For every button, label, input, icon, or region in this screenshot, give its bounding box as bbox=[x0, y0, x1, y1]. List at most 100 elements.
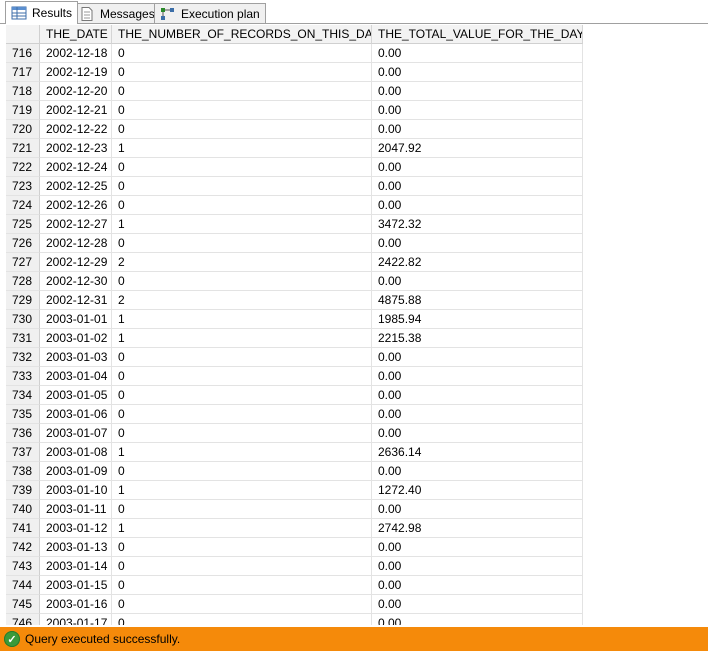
row-number[interactable]: 729 bbox=[6, 291, 40, 310]
table-row[interactable]: 733 2003-01-04 0 0.00 bbox=[6, 367, 583, 386]
row-number[interactable]: 746 bbox=[6, 614, 40, 625]
table-row[interactable]: 719 2002-12-21 0 0.00 bbox=[6, 101, 583, 120]
table-row[interactable]: 738 2003-01-09 0 0.00 bbox=[6, 462, 583, 481]
cell-number-of-records[interactable]: 0 bbox=[112, 348, 372, 367]
row-number[interactable]: 740 bbox=[6, 500, 40, 519]
row-number[interactable]: 730 bbox=[6, 310, 40, 329]
cell-total-value[interactable]: 0.00 bbox=[372, 367, 583, 386]
cell-the-date[interactable]: 2002-12-25 bbox=[40, 177, 112, 196]
cell-total-value[interactable]: 2422.82 bbox=[372, 253, 583, 272]
column-header-total-value[interactable]: THE_TOTAL_VALUE_FOR_THE_DAY bbox=[372, 25, 583, 44]
cell-the-date[interactable]: 2002-12-28 bbox=[40, 234, 112, 253]
table-row[interactable]: 723 2002-12-25 0 0.00 bbox=[6, 177, 583, 196]
table-row[interactable]: 739 2003-01-10 1 1272.40 bbox=[6, 481, 583, 500]
table-row[interactable]: 729 2002-12-31 2 4875.88 bbox=[6, 291, 583, 310]
cell-number-of-records[interactable]: 0 bbox=[112, 367, 372, 386]
cell-total-value[interactable]: 0.00 bbox=[372, 177, 583, 196]
cell-the-date[interactable]: 2003-01-10 bbox=[40, 481, 112, 500]
cell-the-date[interactable]: 2003-01-08 bbox=[40, 443, 112, 462]
table-row[interactable]: 722 2002-12-24 0 0.00 bbox=[6, 158, 583, 177]
cell-total-value[interactable]: 0.00 bbox=[372, 538, 583, 557]
cell-the-date[interactable]: 2002-12-20 bbox=[40, 82, 112, 101]
cell-the-date[interactable]: 2002-12-27 bbox=[40, 215, 112, 234]
row-number[interactable]: 745 bbox=[6, 595, 40, 614]
cell-total-value[interactable]: 2636.14 bbox=[372, 443, 583, 462]
cell-total-value[interactable]: 0.00 bbox=[372, 424, 583, 443]
cell-total-value[interactable]: 0.00 bbox=[372, 158, 583, 177]
table-row[interactable]: 731 2003-01-02 1 2215.38 bbox=[6, 329, 583, 348]
row-number[interactable]: 734 bbox=[6, 386, 40, 405]
row-number[interactable]: 719 bbox=[6, 101, 40, 120]
table-row[interactable]: 716 2002-12-18 0 0.00 bbox=[6, 44, 583, 63]
table-row[interactable]: 727 2002-12-29 2 2422.82 bbox=[6, 253, 583, 272]
column-header-number-of-records[interactable]: THE_NUMBER_OF_RECORDS_ON_THIS_DAY bbox=[112, 25, 372, 44]
row-number[interactable]: 725 bbox=[6, 215, 40, 234]
tab-messages[interactable]: Messages bbox=[73, 3, 161, 23]
cell-total-value[interactable]: 0.00 bbox=[372, 196, 583, 215]
table-row[interactable]: 745 2003-01-16 0 0.00 bbox=[6, 595, 583, 614]
table-row[interactable]: 736 2003-01-07 0 0.00 bbox=[6, 424, 583, 443]
row-number[interactable]: 741 bbox=[6, 519, 40, 538]
table-row[interactable]: 730 2003-01-01 1 1985.94 bbox=[6, 310, 583, 329]
cell-number-of-records[interactable]: 0 bbox=[112, 44, 372, 63]
cell-number-of-records[interactable]: 0 bbox=[112, 386, 372, 405]
cell-number-of-records[interactable]: 0 bbox=[112, 272, 372, 291]
cell-total-value[interactable]: 3472.32 bbox=[372, 215, 583, 234]
cell-total-value[interactable]: 0.00 bbox=[372, 405, 583, 424]
row-number[interactable]: 737 bbox=[6, 443, 40, 462]
cell-number-of-records[interactable]: 0 bbox=[112, 177, 372, 196]
cell-total-value[interactable]: 4875.88 bbox=[372, 291, 583, 310]
cell-total-value[interactable]: 0.00 bbox=[372, 462, 583, 481]
cell-the-date[interactable]: 2002-12-23 bbox=[40, 139, 112, 158]
table-row[interactable]: 741 2003-01-12 1 2742.98 bbox=[6, 519, 583, 538]
table-row[interactable]: 725 2002-12-27 1 3472.32 bbox=[6, 215, 583, 234]
cell-number-of-records[interactable]: 0 bbox=[112, 82, 372, 101]
cell-the-date[interactable]: 2002-12-31 bbox=[40, 291, 112, 310]
table-row[interactable]: 743 2003-01-14 0 0.00 bbox=[6, 557, 583, 576]
cell-the-date[interactable]: 2002-12-18 bbox=[40, 44, 112, 63]
row-number[interactable]: 732 bbox=[6, 348, 40, 367]
cell-total-value[interactable]: 1272.40 bbox=[372, 481, 583, 500]
cell-number-of-records[interactable]: 0 bbox=[112, 405, 372, 424]
cell-total-value[interactable]: 0.00 bbox=[372, 386, 583, 405]
column-header-the-date[interactable]: THE_DATE bbox=[40, 25, 112, 44]
cell-number-of-records[interactable]: 0 bbox=[112, 614, 372, 625]
cell-total-value[interactable]: 0.00 bbox=[372, 348, 583, 367]
row-number[interactable]: 736 bbox=[6, 424, 40, 443]
cell-the-date[interactable]: 2003-01-11 bbox=[40, 500, 112, 519]
cell-number-of-records[interactable]: 0 bbox=[112, 595, 372, 614]
cell-the-date[interactable]: 2002-12-30 bbox=[40, 272, 112, 291]
cell-total-value[interactable]: 0.00 bbox=[372, 272, 583, 291]
table-row[interactable]: 732 2003-01-03 0 0.00 bbox=[6, 348, 583, 367]
cell-number-of-records[interactable]: 0 bbox=[112, 63, 372, 82]
cell-the-date[interactable]: 2003-01-09 bbox=[40, 462, 112, 481]
cell-total-value[interactable]: 1985.94 bbox=[372, 310, 583, 329]
cell-number-of-records[interactable]: 1 bbox=[112, 215, 372, 234]
row-number[interactable]: 731 bbox=[6, 329, 40, 348]
row-number[interactable]: 744 bbox=[6, 576, 40, 595]
cell-the-date[interactable]: 2002-12-24 bbox=[40, 158, 112, 177]
cell-number-of-records[interactable]: 0 bbox=[112, 462, 372, 481]
cell-the-date[interactable]: 2002-12-29 bbox=[40, 253, 112, 272]
cell-the-date[interactable]: 2003-01-03 bbox=[40, 348, 112, 367]
cell-number-of-records[interactable]: 1 bbox=[112, 481, 372, 500]
cell-the-date[interactable]: 2003-01-01 bbox=[40, 310, 112, 329]
cell-total-value[interactable]: 0.00 bbox=[372, 101, 583, 120]
table-row[interactable]: 735 2003-01-06 0 0.00 bbox=[6, 405, 583, 424]
cell-the-date[interactable]: 2003-01-13 bbox=[40, 538, 112, 557]
cell-number-of-records[interactable]: 0 bbox=[112, 557, 372, 576]
cell-the-date[interactable]: 2002-12-21 bbox=[40, 101, 112, 120]
cell-the-date[interactable]: 2003-01-16 bbox=[40, 595, 112, 614]
row-number[interactable]: 724 bbox=[6, 196, 40, 215]
cell-number-of-records[interactable]: 1 bbox=[112, 329, 372, 348]
cell-total-value[interactable]: 0.00 bbox=[372, 82, 583, 101]
cell-the-date[interactable]: 2003-01-17 bbox=[40, 614, 112, 625]
cell-number-of-records[interactable]: 2 bbox=[112, 291, 372, 310]
table-row[interactable]: 717 2002-12-19 0 0.00 bbox=[6, 63, 583, 82]
row-number-header[interactable] bbox=[6, 25, 40, 44]
cell-number-of-records[interactable]: 0 bbox=[112, 424, 372, 443]
cell-total-value[interactable]: 0.00 bbox=[372, 44, 583, 63]
cell-number-of-records[interactable]: 1 bbox=[112, 139, 372, 158]
table-row[interactable]: 724 2002-12-26 0 0.00 bbox=[6, 196, 583, 215]
cell-number-of-records[interactable]: 0 bbox=[112, 500, 372, 519]
